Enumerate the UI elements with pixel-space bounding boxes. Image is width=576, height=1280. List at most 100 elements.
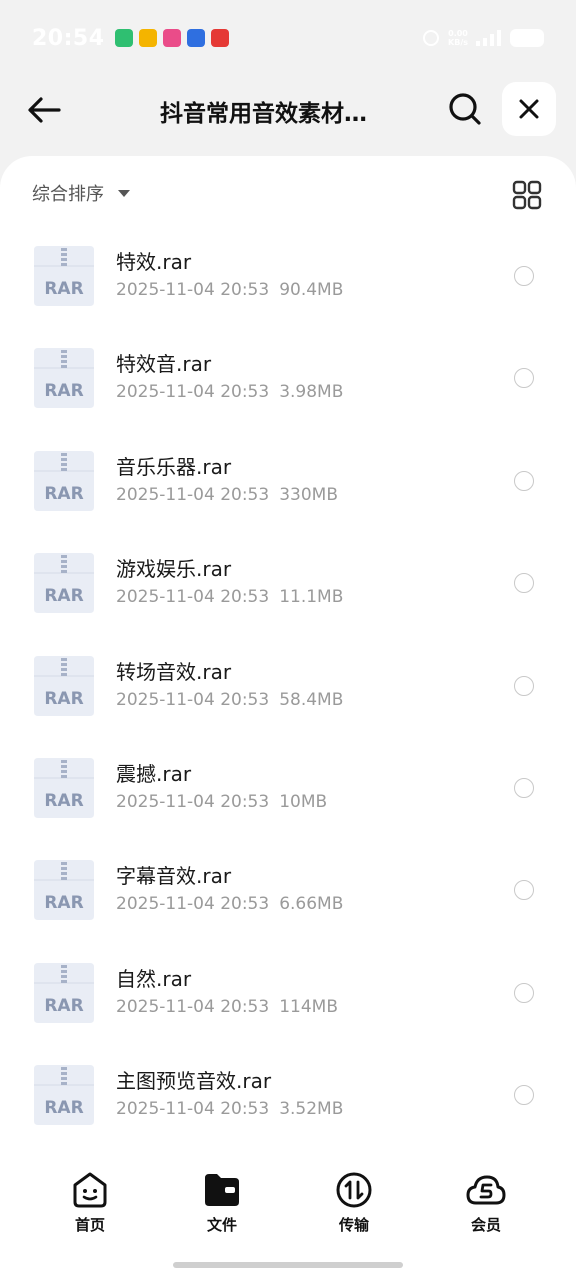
header: 抖音常用音效素材… [0,76,576,156]
file-row[interactable]: RAR 自然.rar 2025-11-04 20:53 114MB [0,957,576,1059]
tab-home[interactable]: 首页 [24,1170,156,1240]
select-radio[interactable] [514,982,534,1003]
file-row[interactable]: RAR 游戏娱乐.rar 2025-11-04 20:53 11.1MB [0,547,576,649]
home-face-icon [70,1170,110,1210]
file-size: 114MB [279,996,338,1017]
file-meta: 2025-11-04 20:53 3.52MB [116,1099,343,1119]
home-indicator[interactable] [173,1262,403,1268]
notification-icons [114,29,229,47]
file-date: 2025-11-04 20:53 [116,894,270,915]
file-meta: 2025-11-04 20:53 330MB [116,485,338,505]
search-icon [449,93,481,125]
file-size: 58.4MB [279,689,344,710]
grid-view-button[interactable] [512,180,542,210]
file-meta: 2025-11-04 20:53 11.1MB [116,587,343,607]
vip-cloud-icon [466,1170,506,1210]
network-speed-value: 0.00 [448,29,468,38]
status-bar: 20:54 0.00 KB/s [0,0,576,76]
grid-icon [512,180,542,210]
select-radio[interactable] [514,777,534,798]
transfer-icon [334,1170,374,1210]
file-name: 特效.rar [116,250,192,274]
close-icon [519,99,539,119]
file-date: 2025-11-04 20:53 [116,484,270,505]
select-radio[interactable] [514,880,534,901]
bottom-tab-bar: 首页 文件 传输 会员 [0,1170,576,1240]
select-radio[interactable] [514,266,534,286]
file-date: 2025-11-04 20:53 [116,280,270,300]
file-name: 主图预览音效.rar [116,1069,272,1094]
rar-icon-label: RAR [44,484,83,504]
rar-icon-label: RAR [44,689,83,709]
file-meta: 2025-11-04 20:53 90.4MB [116,280,343,300]
rar-icon-label: RAR [44,381,83,401]
rar-file-icon: RAR [34,757,94,818]
file-name: 字幕音效.rar [116,864,232,889]
file-row[interactable]: RAR 音乐乐器.rar 2025-11-04 20:53 330MB [0,445,576,547]
file-row[interactable]: RAR 特效.rar 2025-11-04 20:53 90.4MB [0,240,576,342]
file-row[interactable]: RAR 主图预览音效.rar 2025-11-04 20:53 3.52MB [0,1059,576,1161]
file-size: 11.1MB [279,587,344,608]
select-radio[interactable] [514,368,534,389]
rar-file-icon: RAR [34,348,94,409]
file-row[interactable]: RAR 震撼.rar 2025-11-04 20:53 10MB [0,752,576,854]
file-size: 6.66MB [279,894,344,915]
select-radio[interactable] [514,573,534,594]
file-meta: 2025-11-04 20:53 58.4MB [116,690,343,710]
file-meta: 2025-11-04 20:53 114MB [116,997,338,1017]
tab-files-label: 文件 [206,1216,237,1234]
file-size: 90.4MB [279,280,344,300]
tab-vip[interactable]: 会员 [420,1170,552,1240]
file-date: 2025-11-04 20:53 [116,689,270,710]
file-panel: 综合排序 RAR 特效.rar 2025-11-04 20:53 90.4MB [0,156,576,1280]
file-date: 2025-11-04 20:53 [116,1099,270,1120]
select-radio[interactable] [514,675,534,696]
status-time: 20:54 [32,25,105,51]
rar-file-icon: RAR [34,450,94,511]
rar-file-icon: RAR [34,246,94,306]
rar-icon-label: RAR [44,996,83,1016]
file-meta: 2025-11-04 20:53 3.98MB [116,382,343,402]
rar-icon-label: RAR [44,586,83,606]
file-date: 2025-11-04 20:53 [116,587,270,608]
file-row[interactable]: RAR 转场音效.rar 2025-11-04 20:53 58.4MB [0,650,576,752]
sort-dropdown[interactable]: 综合排序 [32,180,130,206]
close-button[interactable] [502,82,556,136]
file-date: 2025-11-04 20:53 [116,996,270,1017]
baidu-app-icon [186,29,205,47]
file-name: 音乐乐器.rar [116,454,232,479]
arrow-left-icon [28,97,61,123]
file-meta: 2025-11-04 20:53 6.66MB [116,894,343,914]
tab-transfer[interactable]: 传输 [288,1170,420,1240]
file-size: 330MB [279,484,338,505]
file-date: 2025-11-04 20:53 [116,382,270,403]
signal-icon [476,30,501,46]
mail-app-icon [138,29,157,47]
file-size: 10MB [279,791,328,812]
alarm-icon [423,30,440,46]
rar-icon-label: RAR [44,1098,83,1118]
back-button[interactable] [24,90,64,130]
folder-icon [202,1170,242,1210]
network-speed-unit: KB/s [448,38,468,47]
rar-file-icon: RAR [34,1065,94,1126]
page-title: 抖音常用音效素材… [160,101,367,127]
file-size: 3.98MB [279,382,344,403]
tab-transfer-label: 传输 [338,1216,369,1234]
network-speed: 0.00 KB/s [448,29,468,47]
file-date: 2025-11-04 20:53 [116,791,270,812]
rar-file-icon: RAR [34,553,94,614]
chat-app-icon [162,29,181,47]
tab-vip-label: 会员 [470,1216,501,1234]
search-button[interactable] [444,88,486,130]
file-row[interactable]: RAR 特效音.rar 2025-11-04 20:53 3.98MB [0,342,576,444]
file-row[interactable]: RAR 字幕音效.rar 2025-11-04 20:53 6.66MB [0,854,576,956]
file-name: 转场音效.rar [116,659,232,684]
file-name: 游戏娱乐.rar [116,557,232,582]
file-list: RAR 特效.rar 2025-11-04 20:53 90.4MB RAR 特… [0,240,576,1162]
rar-file-icon: RAR [34,655,94,716]
select-radio[interactable] [514,1085,534,1106]
select-radio[interactable] [514,470,534,491]
tab-files[interactable]: 文件 [156,1170,288,1240]
file-size: 3.52MB [279,1099,344,1120]
